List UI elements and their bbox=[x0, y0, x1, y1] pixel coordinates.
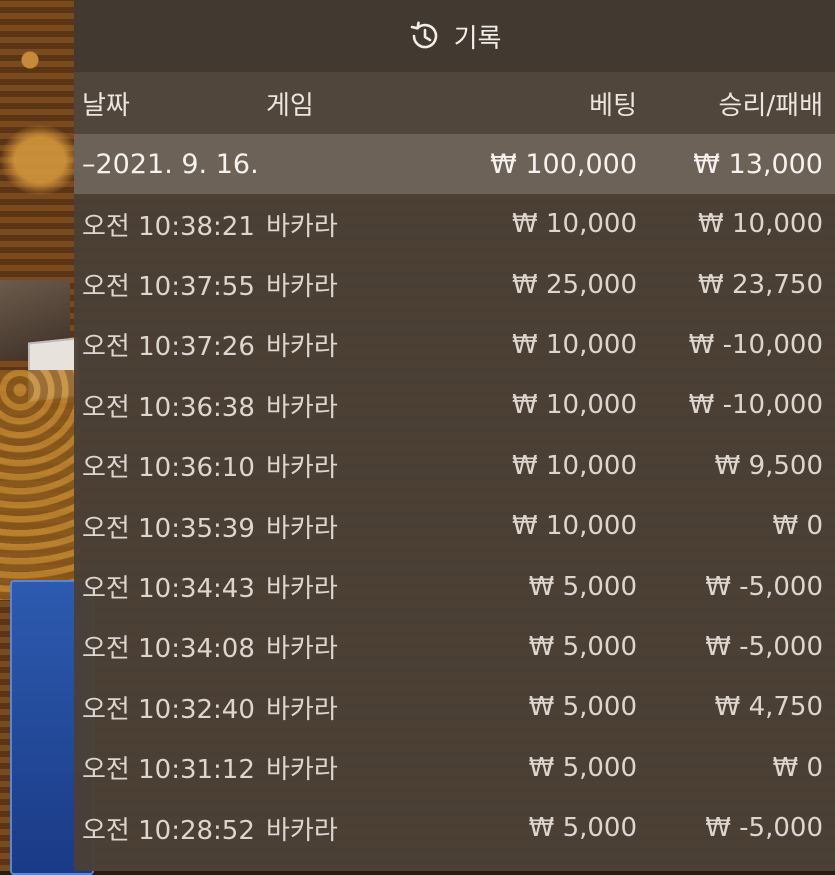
row-game: 바카라 bbox=[266, 694, 338, 725]
row-bet: ₩ 10,000 bbox=[512, 209, 637, 240]
history-row[interactable]: 오전 10:34:43 바카라 ₩ 5,000 ₩ -5,000 bbox=[74, 556, 835, 616]
summary-bet: ₩ 100,000 bbox=[490, 148, 637, 180]
row-time: 오전 10:37:55 bbox=[82, 272, 255, 303]
column-game: 게임 bbox=[266, 90, 314, 121]
row-winloss: ₩ 10,000 bbox=[698, 209, 823, 240]
row-winloss: ₩ 0 bbox=[772, 511, 823, 542]
row-time: 오전 10:28:52 bbox=[82, 815, 255, 846]
row-time: 오전 10:37:26 bbox=[82, 332, 255, 363]
row-time: 오전 10:38:21 bbox=[82, 211, 255, 242]
row-time: 오전 10:35:39 bbox=[82, 513, 255, 544]
row-game: 바카라 bbox=[266, 815, 338, 846]
row-game: 바카라 bbox=[266, 574, 338, 605]
row-bet: ₩ 5,000 bbox=[528, 813, 637, 844]
row-winloss: ₩ 23,750 bbox=[698, 269, 823, 300]
history-row[interactable]: 오전 10:36:10 바카라 ₩ 10,000 ₩ 9,500 bbox=[74, 436, 835, 496]
casino-floor bbox=[0, 370, 80, 600]
row-bet: ₩ 25,000 bbox=[512, 269, 637, 300]
summary-date: –2021. 9. 16. bbox=[82, 148, 259, 180]
row-winloss: ₩ -5,000 bbox=[705, 631, 823, 662]
history-row[interactable]: 오전 10:35:39 바카라 ₩ 10,000 ₩ 0 bbox=[74, 496, 835, 556]
row-bet: ₩ 5,000 bbox=[528, 571, 637, 602]
row-bet: ₩ 5,000 bbox=[528, 692, 637, 723]
row-game: 바카라 bbox=[266, 211, 338, 242]
row-game: 바카라 bbox=[266, 272, 338, 303]
row-winloss: ₩ -10,000 bbox=[688, 390, 823, 421]
row-bet: ₩ 5,000 bbox=[528, 752, 637, 783]
row-time: 오전 10:34:08 bbox=[82, 634, 255, 665]
row-winloss: ₩ -10,000 bbox=[688, 329, 823, 360]
row-bet: ₩ 10,000 bbox=[512, 390, 637, 421]
column-bet: 베팅 bbox=[589, 90, 637, 121]
panel-title: 기록 bbox=[453, 23, 502, 54]
row-winloss: ₩ -5,000 bbox=[705, 813, 823, 844]
date-summary-row[interactable]: –2021. 9. 16. ₩ 100,000 ₩ 13,000 bbox=[74, 134, 835, 194]
row-time: 오전 10:36:10 bbox=[82, 453, 255, 484]
history-row[interactable]: 오전 10:32:40 바카라 ₩ 5,000 ₩ 4,750 bbox=[74, 677, 835, 737]
row-game: 바카라 bbox=[266, 332, 338, 363]
column-headers: 날짜 게임 베팅 승리/패배 bbox=[74, 72, 835, 134]
row-bet: ₩ 10,000 bbox=[512, 329, 637, 360]
row-winloss: ₩ 4,750 bbox=[714, 692, 823, 723]
row-game: 바카라 bbox=[266, 513, 338, 544]
row-game: 바카라 bbox=[266, 755, 338, 786]
row-winloss: ₩ -5,000 bbox=[705, 571, 823, 602]
panel-header: 기록 bbox=[74, 0, 835, 72]
history-panel: 기록 날짜 게임 베팅 승리/패배 –2021. 9. 16. ₩ 100,00… bbox=[74, 0, 835, 871]
history-row[interactable]: 오전 10:37:55 바카라 ₩ 25,000 ₩ 23,750 bbox=[74, 254, 835, 314]
row-winloss: ₩ 9,500 bbox=[714, 450, 823, 481]
row-bet: ₩ 5,000 bbox=[528, 631, 637, 662]
history-list: 오전 10:38:21 바카라 ₩ 10,000 ₩ 10,000 오전 10:37:5… bbox=[74, 194, 835, 858]
history-row[interactable]: 오전 10:28:52 바카라 ₩ 5,000 ₩ -5,000 bbox=[74, 798, 835, 858]
row-time: 오전 10:36:38 bbox=[82, 392, 255, 423]
row-bet: ₩ 10,000 bbox=[512, 511, 637, 542]
row-game: 바카라 bbox=[266, 392, 338, 423]
row-game: 바카라 bbox=[266, 453, 338, 484]
row-winloss: ₩ 0 bbox=[772, 752, 823, 783]
row-time: 오전 10:32:40 bbox=[82, 694, 255, 725]
history-row[interactable]: 오전 10:36:38 바카라 ₩ 10,000 ₩ -10,000 bbox=[74, 375, 835, 435]
row-time: 오전 10:31:12 bbox=[82, 755, 255, 786]
row-time: 오전 10:34:43 bbox=[82, 574, 255, 605]
history-row[interactable]: 오전 10:34:08 바카라 ₩ 5,000 ₩ -5,000 bbox=[74, 617, 835, 677]
history-row[interactable]: 오전 10:37:26 바카라 ₩ 10,000 ₩ -10,000 bbox=[74, 315, 835, 375]
summary-winloss: ₩ 13,000 bbox=[693, 148, 823, 180]
column-date: 날짜 bbox=[82, 90, 130, 121]
column-winloss: 승리/패배 bbox=[718, 90, 823, 121]
history-row[interactable]: 오전 10:31:12 바카라 ₩ 5,000 ₩ 0 bbox=[74, 738, 835, 798]
history-icon bbox=[408, 19, 442, 53]
history-row[interactable]: 오전 10:38:21 바카라 ₩ 10,000 ₩ 10,000 bbox=[74, 194, 835, 254]
row-game: 바카라 bbox=[266, 634, 338, 665]
row-bet: ₩ 10,000 bbox=[512, 450, 637, 481]
